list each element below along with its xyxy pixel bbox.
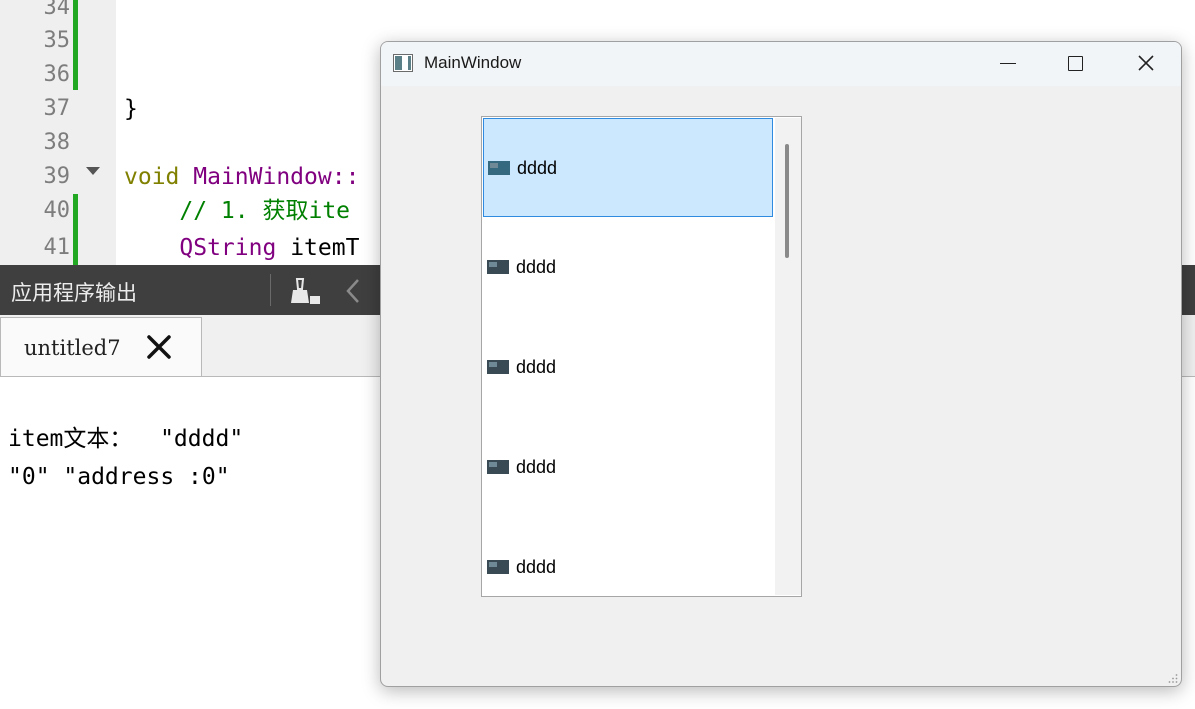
main-window[interactable]: MainWindow dddd dddd dddd dddd dddd [380,41,1182,687]
code-type: QString [179,235,277,261]
app-window-icon [393,54,413,72]
toolbar-divider [270,274,271,306]
item-icon [487,360,509,374]
list-item[interactable]: dddd [483,518,773,596]
list-item-label: dddd [516,257,557,277]
close-icon [1138,55,1154,71]
window-title: MainWindow [424,53,522,72]
tab-label: untitled7 [24,336,121,360]
code-identifier: itemT [290,235,360,261]
scrollbar-thumb[interactable] [785,144,789,258]
close-icon[interactable] [145,333,173,361]
output-log: item文本： "dddd" "0" "address :0" [8,420,243,496]
line-number: 37 [43,96,71,121]
line-number: 40 [43,198,71,223]
output-line: item文本： "dddd" [8,426,244,452]
maximize-button[interactable] [1041,42,1109,86]
resize-grip-icon[interactable] [1168,673,1178,683]
list-item-label: dddd [516,357,557,377]
list-item[interactable]: dddd [483,118,773,217]
item-icon [487,460,509,474]
minimize-button[interactable] [973,42,1041,86]
line-number: 36 [43,62,71,87]
close-button[interactable] [1111,42,1179,86]
output-line: "0" "address :0" [8,464,230,490]
line-number: 38 [43,130,71,155]
code-line-37: } [124,96,138,122]
code-line-41: QString itemT [124,231,359,265]
item-icon [488,161,510,175]
list-item-label: dddd [516,457,557,477]
line-number-gutter: 34 35 36 37 38 39 40 41 [0,0,116,265]
fold-arrow-icon[interactable] [86,167,100,175]
code-line-40: // 1. 获取ite [124,194,350,228]
list-item[interactable]: dddd [483,218,773,317]
code-keyword: void [124,164,180,190]
list-item[interactable]: dddd [483,418,773,517]
item-icon [487,560,509,574]
item-icon [487,260,509,274]
line-number: 35 [43,28,71,53]
code-comment: // 1. 获取ite [179,198,351,224]
list-item[interactable]: dddd [483,318,773,417]
output-tab-untitled7[interactable]: untitled7 [0,317,202,376]
window-title-bar[interactable]: MainWindow [381,42,1181,86]
line-number: 41 [43,235,71,260]
change-marker [73,194,78,265]
maximize-icon [1068,56,1083,71]
output-pane-title: 应用程序输出 [11,281,137,305]
code-function-name: MainWindow:: [193,164,360,190]
code-line-39: void MainWindow:: [124,160,359,194]
change-marker [73,0,78,90]
line-number: 34 [43,0,71,20]
list-item-label: dddd [516,557,557,577]
chevron-left-icon[interactable] [343,278,363,304]
minimize-icon [1000,63,1016,64]
line-number: 39 [43,164,71,189]
list-item-label: dddd [517,158,558,178]
vertical-scrollbar[interactable] [775,118,801,595]
clear-output-icon[interactable] [289,276,321,306]
list-widget[interactable]: dddd dddd dddd dddd dddd [481,116,802,597]
